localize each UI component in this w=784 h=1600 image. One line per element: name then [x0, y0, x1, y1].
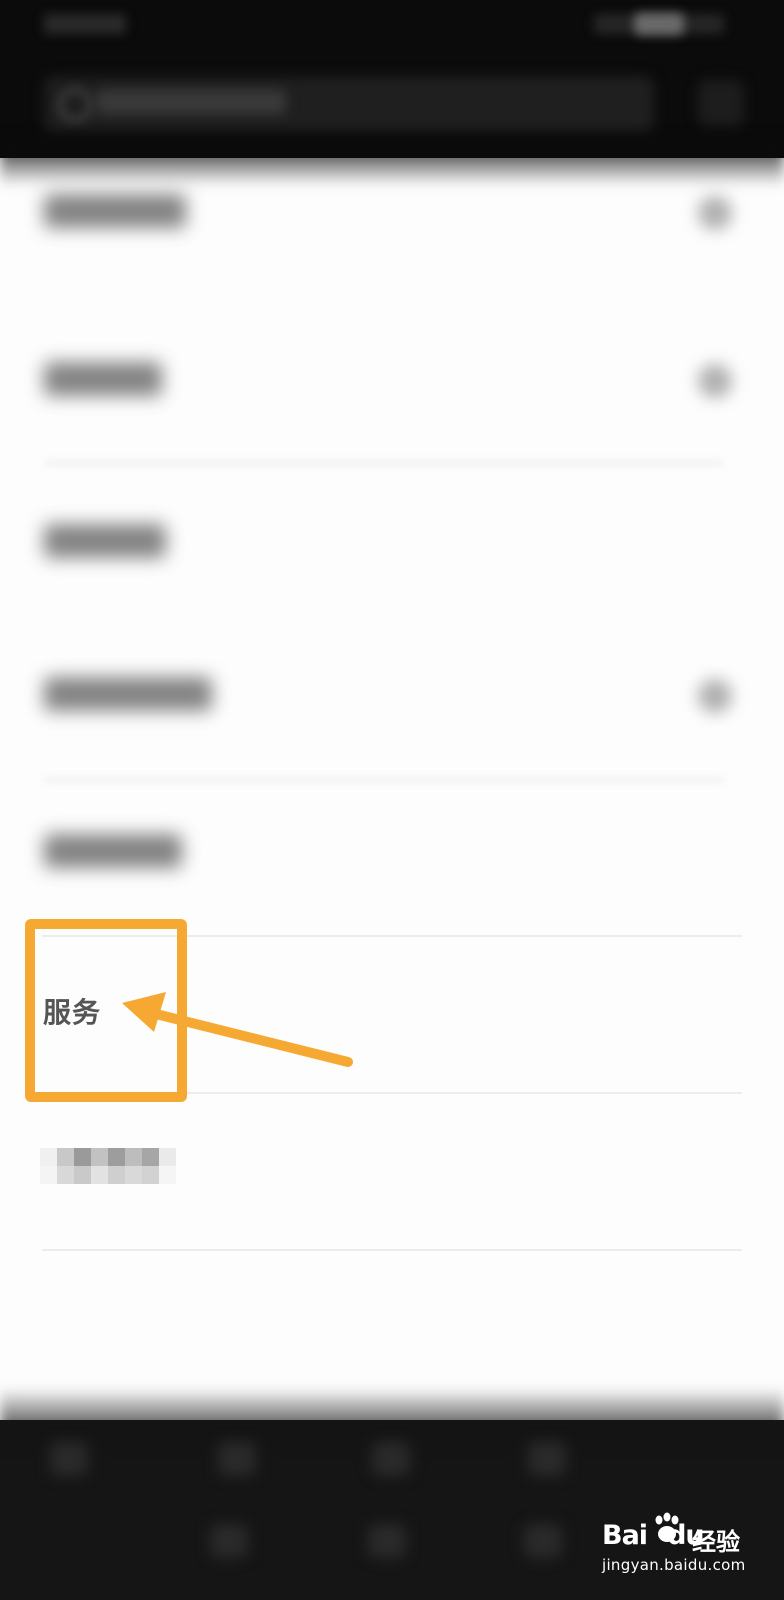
paw-icon [655, 1512, 679, 1542]
arrow-shaft [143, 1007, 353, 1067]
arrow-head [122, 992, 166, 1032]
list-item[interactable] [0, 350, 784, 464]
status-bar [0, 0, 784, 48]
list-item-label-blurred [44, 524, 166, 558]
header-bar [0, 0, 784, 158]
list-item-badge-icon [698, 196, 732, 230]
annotation-arrow [122, 992, 353, 1067]
pixelated-label [40, 1148, 176, 1184]
list-item[interactable] [0, 510, 784, 610]
list-item[interactable] [0, 665, 784, 781]
list-item-label-blurred [44, 362, 162, 396]
list-item-label-blurred [44, 677, 212, 711]
nav-item-icon-blurred[interactable] [524, 1524, 562, 1558]
list-divider [44, 779, 724, 781]
nav-item-icon-blurred[interactable] [50, 1442, 88, 1476]
baidu-jingyan-watermark: Bai du 经验 jingyan.baidu.com [602, 1512, 762, 1584]
watermark-url: jingyan.baidu.com [602, 1556, 746, 1574]
battery-icon [634, 13, 684, 35]
search-icon [58, 88, 92, 122]
list-item[interactable] [0, 820, 784, 900]
header-action-button[interactable] [698, 80, 744, 126]
nav-item-icon-blurred[interactable] [218, 1442, 256, 1476]
list-divider [42, 1249, 742, 1251]
nav-item-icon-blurred[interactable] [210, 1524, 248, 1558]
list-item-label-blurred [44, 834, 182, 868]
list-item-badge-icon [698, 679, 732, 713]
list-item-label-blurred [44, 194, 186, 228]
watermark-product: 经验 [692, 1528, 740, 1556]
nav-item-icon-blurred[interactable] [528, 1442, 566, 1476]
status-time-blurred [44, 14, 126, 34]
list-item[interactable] [0, 180, 784, 270]
list-item-badge-icon [698, 364, 732, 398]
nav-item-icon-blurred[interactable] [372, 1442, 410, 1476]
search-placeholder-blurred [96, 90, 286, 114]
list-divider [44, 462, 724, 464]
nav-item-icon-blurred[interactable] [368, 1524, 406, 1558]
